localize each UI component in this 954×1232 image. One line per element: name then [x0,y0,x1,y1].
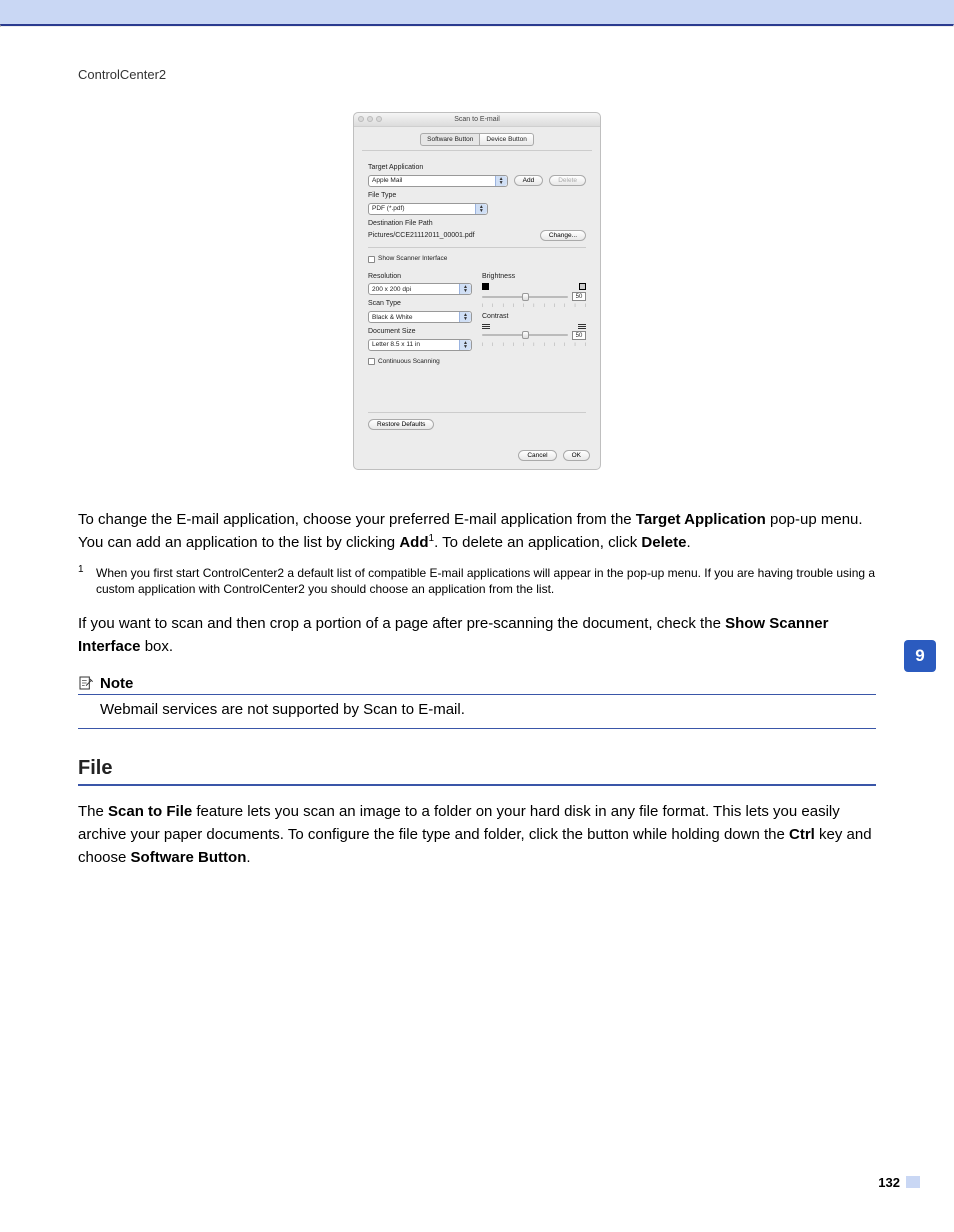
chevron-updown-icon: ▲▼ [459,312,471,322]
resolution-label: Resolution [368,272,472,282]
mac-dialog: Scan to E-mail Software Button Device Bu… [353,112,601,470]
checkbox-icon [368,358,375,365]
brightness-low-icon [482,283,489,290]
file-heading: File [78,757,876,786]
brightness-value: 50 [572,292,586,301]
paragraph-2: If you want to scan and then crop a port… [78,612,876,659]
footnote-1: 1 When you first start ControlCenter2 a … [78,565,876,599]
chevron-updown-icon: ▲▼ [495,176,507,186]
page-number-bar [906,1176,920,1188]
contrast-slider[interactable]: 50 [482,331,586,340]
show-scanner-checkbox[interactable]: Show Scanner Interface [368,254,586,263]
doc-size-value: Letter 8.5 x 11 in [372,340,420,349]
file-type-select[interactable]: PDF (*.pdf) ▲▼ [368,203,488,215]
screenshot-container: Scan to E-mail Software Button Device Bu… [78,112,876,470]
chevron-updown-icon: ▲▼ [459,284,471,294]
continuous-checkbox[interactable]: Continuous Scanning [368,357,472,366]
file-type-label: File Type [368,191,586,201]
add-button[interactable]: Add [514,175,544,186]
ok-button[interactable]: OK [563,450,590,461]
note-label: Note [100,675,133,692]
change-button[interactable]: Change... [540,230,586,241]
target-app-value: Apple Mail [372,176,402,185]
window-title: Scan to E-mail [454,116,500,123]
section-tab: 9 [904,640,936,672]
mac-titlebar: Scan to E-mail [354,113,600,127]
resolution-select[interactable]: 200 x 200 dpi ▲▼ [368,283,472,295]
tab-device-button[interactable]: Device Button [480,133,533,146]
restore-defaults-button[interactable]: Restore Defaults [368,419,434,430]
checkbox-icon [368,256,375,263]
doc-size-select[interactable]: Letter 8.5 x 11 in ▲▼ [368,339,472,351]
top-band [0,0,954,24]
file-type-value: PDF (*.pdf) [372,204,405,213]
brightness-label: Brightness [482,272,586,282]
contrast-low-icon [482,324,490,329]
page-number: 132 [878,1175,900,1190]
scan-type-label: Scan Type [368,299,472,309]
cancel-button[interactable]: Cancel [518,450,556,461]
page-header: ControlCenter2 [78,67,876,82]
traffic-lights [358,116,382,122]
chevron-updown-icon: ▲▼ [475,204,487,214]
scan-type-value: Black & White [372,313,412,322]
delete-button[interactable]: Delete [549,175,586,186]
contrast-value: 50 [572,331,586,340]
note-body: Webmail services are not supported by Sc… [78,695,876,729]
doc-size-label: Document Size [368,327,472,337]
brightness-high-icon [579,283,586,290]
brightness-slider[interactable]: 50 [482,292,586,301]
dest-path-label: Destination File Path [368,219,586,229]
target-app-label: Target Application [368,163,586,173]
paragraph-3: The Scan to File feature lets you scan a… [78,800,876,870]
tab-software-button[interactable]: Software Button [420,133,480,146]
note-icon [78,675,94,691]
top-rule [0,24,954,27]
show-scanner-label: Show Scanner Interface [378,254,447,263]
scan-type-select[interactable]: Black & White ▲▼ [368,311,472,323]
resolution-value: 200 x 200 dpi [372,285,411,294]
target-app-select[interactable]: Apple Mail ▲▼ [368,175,508,187]
note-block: Note Webmail services are not supported … [78,675,876,729]
dest-path-value: Pictures/CCE21112011_00001.pdf [368,231,534,241]
paragraph-1: To change the E-mail application, choose… [78,508,876,555]
contrast-label: Contrast [482,312,586,322]
continuous-label: Continuous Scanning [378,357,440,366]
chevron-updown-icon: ▲▼ [459,340,471,350]
contrast-high-icon [578,324,586,329]
